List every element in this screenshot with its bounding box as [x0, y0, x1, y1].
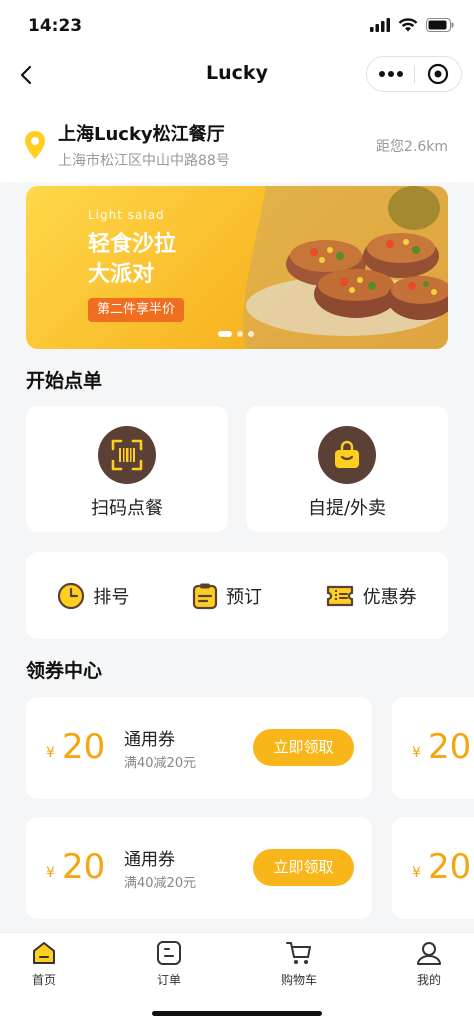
more-dot-icon [387, 71, 394, 77]
reservation-button[interactable]: 预订 [192, 582, 262, 610]
tab-cart[interactable]: 购物车 [259, 939, 339, 988]
carousel-dot [248, 331, 254, 337]
reservation-label: 预订 [225, 586, 262, 608]
scan-order-label: 扫码点餐 [91, 498, 163, 519]
banner-promo-tag: 第二件享半价 [88, 298, 185, 322]
scan-order-card[interactable]: 扫码点餐 [26, 406, 228, 532]
home-icon [33, 942, 55, 964]
tab-cart-label: 购物车 [280, 973, 317, 987]
carousel-dot [237, 331, 243, 337]
tab-home[interactable]: 首页 [4, 939, 84, 988]
queue-number-label: 排号 [93, 586, 130, 608]
signal-icon [370, 18, 390, 32]
pickup-delivery-label: 自提/外卖 [307, 498, 387, 519]
close-mini-program-button[interactable] [415, 57, 461, 91]
more-dot-icon [396, 71, 403, 77]
system-indicators [370, 18, 454, 32]
coupons-label: 优惠券 [362, 586, 417, 608]
banner-headline-1: 轻食沙拉 [88, 232, 177, 257]
tab-profile-label: 我的 [416, 973, 441, 987]
coupon-description: 满40减20元 [124, 756, 197, 771]
profile-icon [417, 942, 441, 965]
queue-number-button[interactable]: 排号 [57, 582, 129, 610]
coupon-description: 满40减20元 [124, 876, 197, 891]
coupon-amount: 20 [62, 847, 106, 887]
store-info[interactable]: 上海Lucky松江餐厅 上海市松江区中山中路88号 距您2.6km [0, 100, 474, 182]
coupon-currency: ¥ [412, 745, 421, 761]
bag-icon [335, 440, 359, 468]
promo-banner[interactable]: Light salad 轻食沙拉 大派对 第二件享半价 [26, 186, 448, 349]
target-icon [427, 63, 449, 85]
carousel-dot-active [218, 331, 232, 337]
status-bar: 14:23 [0, 0, 474, 50]
store-address: 上海市松江区中山中路88号 [58, 153, 230, 169]
coupons-button[interactable]: 优惠券 [325, 583, 417, 609]
cart-icon [286, 942, 311, 964]
mini-program-capsule [366, 56, 462, 92]
clock-icon [58, 582, 85, 609]
more-dot-icon [378, 71, 385, 77]
order-icon [157, 941, 181, 965]
coupon-section-title: 领券中心 [26, 660, 103, 682]
tab-home-label: 首页 [31, 973, 56, 987]
carousel-indicator[interactable] [218, 331, 254, 337]
coupon-card-peek[interactable]: ¥ 20 [392, 697, 474, 799]
status-time: 14:23 [28, 16, 83, 36]
order-section-title: 开始点单 [26, 370, 103, 392]
bag-icon-circle [318, 426, 376, 484]
battery-icon [426, 18, 454, 32]
coupon-amount: 20 [428, 847, 472, 887]
coupon-currency: ¥ [46, 745, 55, 761]
coupon-amount: 20 [62, 727, 106, 767]
coupon-amount: 20 [428, 727, 472, 767]
tab-orders[interactable]: 订单 [129, 939, 209, 988]
coupon-card: ¥ 20 通用券 满40减20元 立即领取 [26, 697, 372, 799]
location-pin-icon [25, 131, 45, 159]
claim-coupon-button[interactable]: 立即领取 [253, 849, 354, 886]
coupon-currency: ¥ [412, 865, 421, 881]
nav-bar: Lucky [0, 50, 474, 100]
banner-subtitle: Light salad [88, 208, 165, 222]
tab-orders-label: 订单 [156, 973, 181, 987]
pickup-delivery-card[interactable]: 自提/外卖 [246, 406, 448, 532]
coupon-card: ¥ 20 通用券 满40减20元 立即领取 [26, 817, 372, 919]
more-button[interactable] [367, 57, 414, 91]
scan-icon [111, 439, 143, 471]
clipboard-icon [192, 583, 218, 609]
scan-icon-circle [98, 426, 156, 484]
claim-coupon-button[interactable]: 立即领取 [253, 729, 354, 766]
store-name: 上海Lucky松江餐厅 [58, 124, 225, 145]
coupon-currency: ¥ [46, 865, 55, 881]
wifi-icon [398, 18, 418, 32]
home-indicator [152, 1011, 322, 1016]
coupon-title: 通用券 [124, 850, 175, 870]
stuffed-mushroom-image [243, 186, 448, 349]
ticket-icon [326, 585, 353, 606]
coupon-card-peek[interactable]: ¥ 20 [392, 817, 474, 919]
banner-headline-2: 大派对 [88, 262, 155, 287]
store-distance: 距您2.6km [375, 139, 448, 155]
tab-profile[interactable]: 我的 [389, 939, 469, 988]
quick-actions-card: 排号 预订 优惠券 [26, 552, 448, 639]
coupon-title: 通用券 [124, 730, 175, 750]
